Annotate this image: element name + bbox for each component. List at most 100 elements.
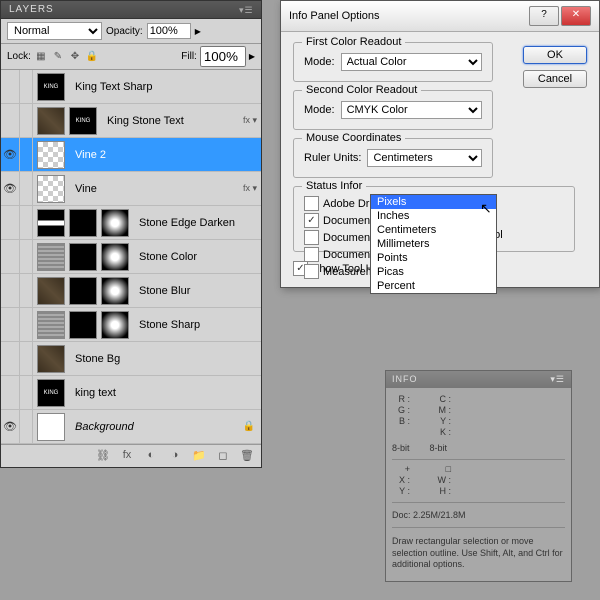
visibility-toggle[interactable] [1,308,20,341]
ruler-units-select[interactable]: Centimeters [367,149,482,167]
visibility-toggle[interactable] [1,410,20,443]
visibility-toggle[interactable] [1,206,20,239]
info-panel-menu-icon[interactable]: ▾☰ [550,374,565,385]
layer-row[interactable]: KING King Stone Textfx ▾ [1,104,261,138]
first-mode-select[interactable]: Actual Color [341,53,482,71]
ruler-units-dropdown[interactable]: PixelsInchesCentimetersMillimetersPoints… [370,194,497,294]
link-layers-icon[interactable]: ⛓ [95,449,111,463]
layer-thumb[interactable] [101,243,129,271]
help-button[interactable]: ? [529,6,559,26]
ruler-option[interactable]: Picas [371,265,496,279]
layer-row[interactable]: KING King Text Sharp [1,70,261,104]
ruler-option[interactable]: Inches [371,209,496,223]
lock-position-icon[interactable]: ✥ [68,50,82,64]
ruler-option[interactable]: Points [371,251,496,265]
layer-row[interactable]: Stone Color [1,240,261,274]
layer-group-icon[interactable]: 📁 [191,449,207,463]
layer-mask-icon[interactable]: ◐ [143,449,159,463]
layer-thumb[interactable] [37,277,65,305]
second-mode-select[interactable]: CMYK Color [341,101,482,119]
layers-lock-row: Lock: ▦ ✎ ✥ 🔒 Fill: ▶ [1,44,261,70]
layer-thumb[interactable] [69,277,97,305]
visibility-toggle[interactable] [1,70,20,103]
layer-thumb[interactable] [37,107,65,135]
layer-name[interactable]: Stone Bg [69,353,261,365]
ruler-option[interactable]: Pixels [371,195,496,209]
info-readout-row: Y : [392,486,413,496]
layer-thumb[interactable] [37,345,65,373]
new-layer-icon[interactable]: ◻ [215,449,231,463]
close-button[interactable]: ✕ [561,6,591,26]
status-checkbox[interactable] [304,230,319,245]
opacity-arrow-icon[interactable]: ▶ [195,27,201,36]
layer-name[interactable]: king text [69,387,261,399]
layer-row[interactable]: KING king text [1,376,261,410]
layer-thumb[interactable] [37,209,65,237]
status-checkbox[interactable] [304,196,319,211]
lock-pixels-icon[interactable]: ✎ [51,50,65,64]
adjustment-layer-icon[interactable]: ◑ [167,449,183,463]
layer-thumb[interactable] [69,311,97,339]
xy-icon: + [392,464,410,474]
layer-row[interactable]: Stone Edge Darken [1,206,261,240]
ruler-option[interactable]: Centimeters [371,223,496,237]
layer-name[interactable]: Stone Blur [133,285,261,297]
fill-arrow-icon[interactable]: ▶ [249,52,255,61]
blend-mode-select[interactable]: Normal [7,22,102,40]
layer-thumb[interactable] [101,311,129,339]
layer-fx-badge[interactable]: fx ▾ [239,115,261,126]
visibility-toggle[interactable] [1,274,20,307]
layer-thumb[interactable] [37,311,65,339]
visibility-toggle[interactable] [1,342,20,375]
layer-row[interactable]: Stone Blur [1,274,261,308]
ruler-option[interactable]: Percent [371,279,496,293]
panel-menu-icon[interactable]: ▾☰ [239,5,253,15]
layer-thumb[interactable]: KING [69,107,97,135]
layer-name[interactable]: King Text Sharp [69,81,261,93]
visibility-toggle[interactable] [1,172,20,205]
layer-thumb[interactable] [37,175,65,203]
visibility-toggle[interactable] [1,376,20,409]
layer-name[interactable]: Stone Sharp [133,319,261,331]
status-checkbox[interactable] [304,264,319,279]
fill-input[interactable] [200,46,246,67]
layer-thumb[interactable] [101,277,129,305]
layer-name[interactable]: Stone Edge Darken [133,217,261,229]
layer-thumb[interactable] [69,243,97,271]
ruler-option[interactable]: Millimeters [371,237,496,251]
layer-thumb[interactable]: KING [37,379,65,407]
layer-name[interactable]: Stone Color [133,251,261,263]
layer-name[interactable]: King Stone Text [101,115,239,127]
status-checkbox[interactable] [304,247,319,262]
status-checkbox[interactable] [304,213,319,228]
visibility-toggle[interactable] [1,104,20,137]
layer-row[interactable]: Background🔒 [1,410,261,444]
ok-button[interactable]: OK [523,46,587,64]
visibility-toggle[interactable] [1,240,20,273]
dialog-titlebar[interactable]: Info Panel Options ? ✕ [281,1,599,32]
layer-name[interactable]: Vine 2 [69,149,261,161]
layer-thumb[interactable] [37,141,65,169]
layer-thumb[interactable] [37,243,65,271]
second-color-readout-group: Second Color Readout Mode: CMYK Color [293,90,493,130]
visibility-toggle[interactable] [1,138,20,171]
layer-thumb[interactable] [69,209,97,237]
layer-thumb[interactable]: KING [37,73,65,101]
layer-thumb[interactable] [101,209,129,237]
layer-row[interactable]: Vine 2 [1,138,261,172]
layer-row[interactable]: Vinefx ▾ [1,172,261,206]
delete-layer-icon[interactable]: 🗑 [239,449,255,463]
layer-row[interactable]: Stone Sharp [1,308,261,342]
lock-transparency-icon[interactable]: ▦ [34,50,48,64]
layer-row[interactable]: Stone Bg [1,342,261,376]
layers-panel-header: LAYERS ▾☰ [1,1,261,19]
opacity-input[interactable] [147,23,191,39]
layer-fx-badge[interactable]: fx ▾ [239,183,261,194]
layer-link-col [20,240,33,273]
layer-name[interactable]: Vine [69,183,239,195]
layer-thumb[interactable] [37,413,65,441]
layer-name[interactable]: Background [69,421,243,433]
lock-all-icon[interactable]: 🔒 [85,50,99,64]
layer-fx-icon[interactable]: fx [119,449,135,463]
cancel-button[interactable]: Cancel [523,70,587,88]
